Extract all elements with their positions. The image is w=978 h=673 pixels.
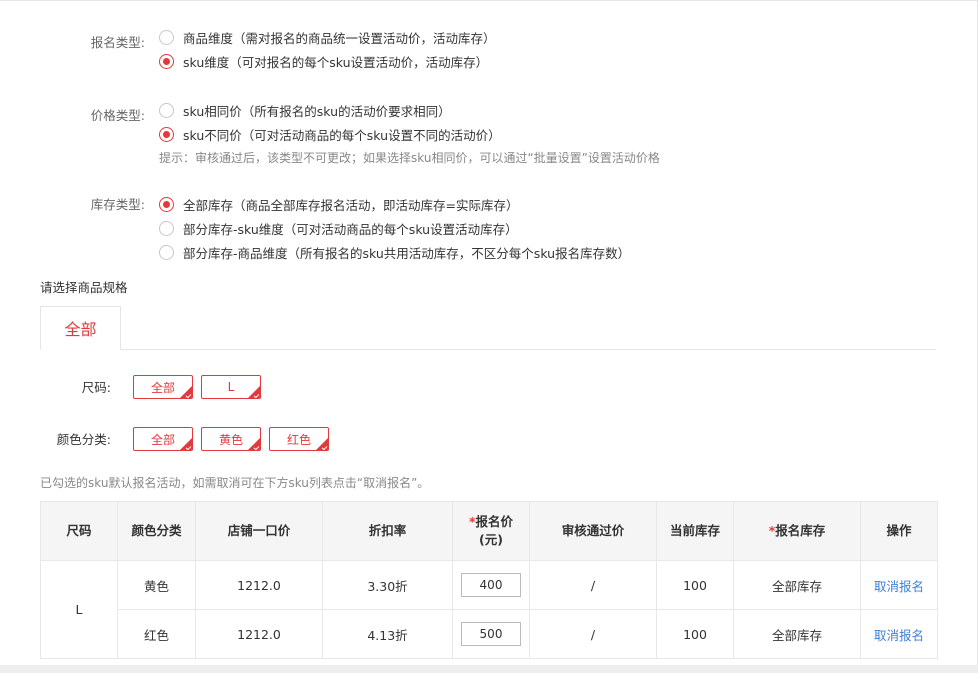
radio-price-same[interactable]: sku相同价（所有报名的sku的活动价要求相同）	[159, 100, 451, 120]
radio-signup-sku[interactable]: sku维度（可对报名的每个sku设置活动价，活动库存）	[159, 51, 488, 71]
size-attr-label: 尺码:	[81, 380, 111, 395]
signup-price-cell	[452, 560, 530, 610]
col-header-action: 操作	[860, 501, 938, 561]
color-cell: 红色	[117, 609, 196, 659]
action-cell: 取消报名	[860, 609, 938, 659]
stock-type-label: 库存类型:	[90, 197, 145, 212]
approved-price-cell: /	[529, 609, 657, 659]
tab-divider	[40, 349, 936, 350]
price-type-label: 价格类型:	[90, 108, 145, 123]
size-group-cell: L	[40, 560, 118, 659]
radio-stock-all[interactable]: 全部库存（商品全部库存报名活动，即活动库存=实际库存）	[159, 194, 518, 214]
current-stock-cell: 100	[656, 560, 734, 610]
chip-color-red[interactable]: 红色	[269, 427, 329, 451]
col-header-signup-stock: *报名库存	[733, 501, 861, 561]
radio-checked-icon[interactable]	[159, 126, 174, 142]
cancel-signup-link[interactable]: 取消报名	[874, 628, 924, 643]
radio-label: sku不同价（可对活动商品的每个sku设置不同的活动价）	[183, 127, 501, 143]
current-stock-cell: 100	[656, 609, 734, 659]
col-header-signup-price: *报名价 (元)	[452, 501, 530, 561]
discount-cell: 3.30折	[322, 560, 453, 610]
store-price-cell: 1212.0	[195, 609, 323, 659]
radio-icon[interactable]	[159, 29, 174, 45]
col-header-store-price: 店铺一口价	[195, 501, 323, 561]
signup-price-cell	[452, 609, 530, 659]
radio-icon[interactable]	[159, 102, 174, 118]
store-price-cell: 1212.0	[195, 560, 323, 610]
chip-label: L	[227, 380, 235, 394]
action-cell: 取消报名	[860, 560, 938, 610]
radio-icon[interactable]	[159, 220, 174, 236]
tab-all[interactable]: 全部	[40, 306, 121, 350]
discount-cell: 4.13折	[322, 609, 453, 659]
chip-label: 红色	[286, 432, 311, 447]
header-unit: (元)	[479, 532, 503, 547]
chip-color-yellow[interactable]: 黄色	[201, 427, 261, 451]
header-text: 报名库存	[775, 523, 826, 538]
col-header-approved-price: 审核通过价	[529, 501, 657, 561]
sku-selection-note: 已勾选的sku默认报名活动，如需取消可在下方sku列表点击“取消报名”。	[40, 476, 430, 490]
sku-table: 尺码 颜色分类 店铺一口价 折扣率 *报名价 (元) 审核通过价 当前库存 *报名…	[40, 501, 938, 659]
chip-size-all[interactable]: 全部	[133, 375, 193, 399]
radio-label: 部分库存-商品维度（所有报名的sku共用活动库存，不区分每个sku报名库存数）	[183, 245, 631, 261]
radio-checked-icon[interactable]	[159, 196, 174, 212]
spec-section-title: 请选择商品规格	[40, 280, 128, 295]
color-attr-label: 颜色分类:	[56, 432, 111, 447]
col-header-current-stock: 当前库存	[656, 501, 734, 561]
radio-label: 部分库存-sku维度（可对活动商品的每个sku设置活动库存）	[183, 221, 518, 237]
cancel-signup-link[interactable]: 取消报名	[874, 579, 924, 594]
header-text: 报名价	[475, 514, 514, 529]
chip-color-all[interactable]: 全部	[133, 427, 193, 451]
approved-price-cell: /	[529, 560, 657, 610]
radio-checked-icon[interactable]	[159, 53, 174, 69]
signup-price-input[interactable]	[461, 573, 521, 597]
chip-label: 黄色	[218, 432, 243, 447]
table-row: L 黄色 1212.0 3.30折 / 100 全部库存 取消报名	[40, 560, 938, 659]
price-type-hint: 提示：审核通过后，该类型不可更改；如果选择sku相同价，可以通过“批量设置”设置…	[159, 151, 660, 165]
chip-label: 全部	[150, 432, 175, 447]
chip-size-l[interactable]: L	[201, 375, 261, 399]
chip-label: 全部	[150, 380, 175, 395]
table-row: 红色 1212.0 4.13折 / 100 全部库存 取消报名	[41, 609, 938, 659]
radio-label: 商品维度（需对报名的商品统一设置活动价，活动库存）	[183, 30, 496, 46]
table-header-row: 尺码 颜色分类 店铺一口价 折扣率 *报名价 (元) 审核通过价 当前库存 *报名…	[40, 501, 938, 561]
signup-stock-cell: 全部库存	[733, 560, 861, 610]
radio-price-different[interactable]: sku不同价（可对活动商品的每个sku设置不同的活动价）	[159, 124, 501, 144]
radio-label: 全部库存（商品全部库存报名活动，即活动库存=实际库存）	[183, 197, 519, 213]
col-header-discount: 折扣率	[322, 501, 453, 561]
radio-icon[interactable]	[159, 244, 174, 260]
color-cell: 黄色	[117, 560, 196, 610]
radio-label: sku维度（可对报名的每个sku设置活动价，活动库存）	[183, 54, 489, 70]
col-header-size: 尺码	[40, 501, 118, 561]
bottom-scroll-strip	[0, 665, 978, 673]
radio-stock-partial-product[interactable]: 部分库存-商品维度（所有报名的sku共用活动库存，不区分每个sku报名库存数）	[159, 242, 630, 262]
radio-signup-product[interactable]: 商品维度（需对报名的商品统一设置活动价，活动库存）	[159, 27, 496, 47]
signup-price-input[interactable]	[461, 622, 521, 646]
signup-type-label: 报名类型:	[90, 35, 145, 50]
signup-stock-cell: 全部库存	[733, 609, 861, 659]
radio-stock-partial-sku[interactable]: 部分库存-sku维度（可对活动商品的每个sku设置活动库存）	[159, 218, 518, 238]
col-header-color: 颜色分类	[117, 501, 196, 561]
radio-label: sku相同价（所有报名的sku的活动价要求相同）	[183, 103, 451, 119]
